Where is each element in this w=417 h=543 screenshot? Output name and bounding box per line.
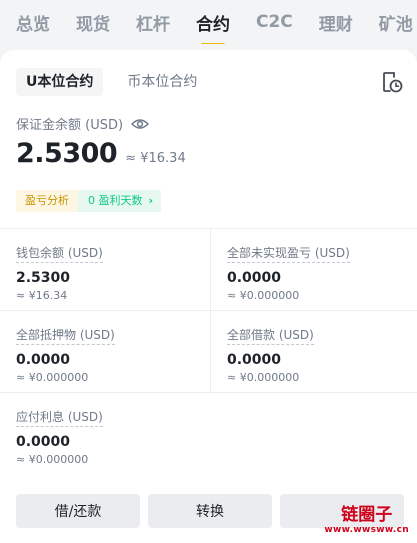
tab-c2c[interactable]: C2C xyxy=(256,12,293,32)
stat-cny: ≈ ¥0.000000 xyxy=(227,371,300,384)
margin-balance-cny: ≈ ¥16.34 xyxy=(125,151,186,166)
stat-value: 0.0000 xyxy=(227,352,282,368)
stat-label[interactable]: 钱包余额 (USD) xyxy=(16,244,103,263)
stat-unrealized-pnl: 全部未实现盈亏 (USD) 0.0000 ≈ ¥0.000000 xyxy=(227,242,417,302)
stat-value: 2.5300 xyxy=(16,270,71,286)
tab-futures[interactable]: 合约 xyxy=(196,10,230,44)
margin-balance-label-text: 保证金余额 (USD) xyxy=(16,118,124,133)
stat-label[interactable]: 应付利息 (USD) xyxy=(16,408,103,427)
divider xyxy=(0,392,417,393)
profit-days-button[interactable]: 0 盈利天数 › xyxy=(78,190,162,212)
stat-cny: ≈ ¥0.000000 xyxy=(227,289,300,302)
subtab-usdm-futures[interactable]: U本位合约 xyxy=(16,68,104,96)
pnl-analysis-button[interactable]: 盈亏分析 xyxy=(16,190,78,212)
watermark-title: 链圈子 xyxy=(341,505,393,525)
convert-button[interactable]: 转换 xyxy=(148,494,272,528)
subtab-coinm-futures[interactable]: 币本位合约 xyxy=(117,68,207,96)
stat-interest-payable: 应付利息 (USD) 0.0000 ≈ ¥0.000000 xyxy=(16,406,206,466)
futures-account-card: U本位合约 币本位合约 保证金余额 (USD) 2.5300 ≈ ¥16.34 … xyxy=(0,50,417,543)
stat-wallet-balance: 钱包余额 (USD) 2.5300 ≈ ¥16.34 xyxy=(16,242,206,302)
stat-value: 0.0000 xyxy=(16,352,71,368)
stat-cny: ≈ ¥0.000000 xyxy=(16,453,89,466)
watermark-url: www.wwsww.cn xyxy=(324,525,409,535)
eye-icon[interactable] xyxy=(131,118,150,130)
stat-total-borrowed: 全部借款 (USD) 0.0000 ≈ ¥0.000000 xyxy=(227,324,417,384)
divider xyxy=(0,310,417,311)
stat-label[interactable]: 全部未实现盈亏 (USD) xyxy=(227,244,350,263)
borrow-repay-button[interactable]: 借/还款 xyxy=(16,494,140,528)
stat-value: 0.0000 xyxy=(227,270,282,286)
tab-pool[interactable]: 矿池 xyxy=(379,10,413,35)
stat-total-collateral: 全部抵押物 (USD) 0.0000 ≈ ¥0.000000 xyxy=(16,324,206,384)
site-watermark: 链圈子 www.wwsww.cn xyxy=(324,500,409,535)
tab-overview[interactable]: 总览 xyxy=(16,10,50,35)
history-clock-icon[interactable] xyxy=(381,70,403,94)
margin-balance-usd: 2.5300 xyxy=(16,138,118,169)
tab-earn[interactable]: 理财 xyxy=(319,10,353,35)
stat-cny: ≈ ¥0.000000 xyxy=(16,371,89,384)
stat-label[interactable]: 全部借款 (USD) xyxy=(227,326,314,345)
chevron-right-icon: › xyxy=(148,194,154,207)
tab-margin[interactable]: 杠杆 xyxy=(136,10,170,35)
contract-type-tabs: U本位合约 币本位合约 xyxy=(16,68,221,96)
stat-value: 0.0000 xyxy=(16,434,71,450)
stat-label[interactable]: 全部抵押物 (USD) xyxy=(16,326,115,345)
divider xyxy=(0,228,417,229)
tab-spot[interactable]: 现货 xyxy=(76,10,110,35)
margin-balance-label: 保证金余额 (USD) xyxy=(16,114,150,133)
top-tab-bar: 总览 现货 杠杆 合约 C2C 理财 矿池 xyxy=(0,0,417,44)
profit-days-text: 0 盈利天数 xyxy=(88,194,143,207)
stat-cny: ≈ ¥16.34 xyxy=(16,289,68,302)
margin-balance-value: 2.5300 ≈ ¥16.34 xyxy=(16,138,186,169)
pnl-analysis-bar: 盈亏分析 0 盈利天数 › xyxy=(16,190,162,212)
